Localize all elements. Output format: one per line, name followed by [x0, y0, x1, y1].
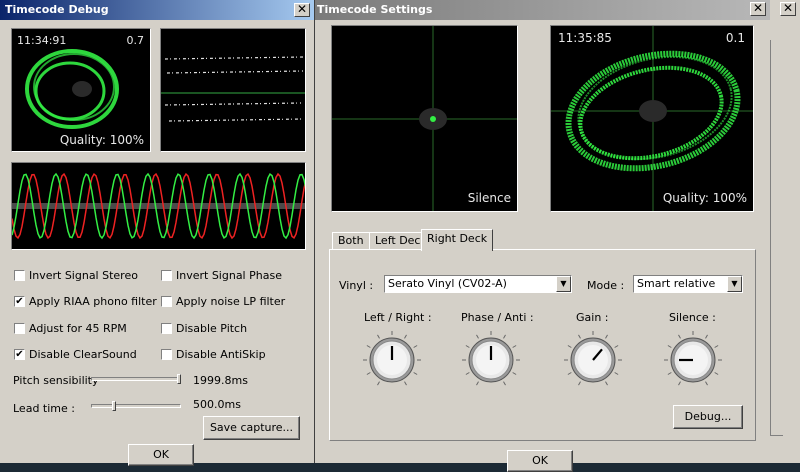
- knob-label-left-right: Left / Right :: [364, 311, 432, 324]
- tab-both[interactable]: Both: [332, 232, 370, 250]
- knob-graphic: [363, 331, 421, 386]
- tab-right-deck[interactable]: Right Deck: [421, 229, 494, 251]
- option-label: Disable AntiSkip: [176, 348, 266, 361]
- vinyl-value: Serato Vinyl (CV02-A): [388, 277, 507, 290]
- debug-button[interactable]: Debug...: [673, 405, 743, 429]
- tab-label: Right Deck: [427, 232, 488, 245]
- vinyl-select[interactable]: Serato Vinyl (CV02-A) ▼: [384, 275, 572, 293]
- ok-label: OK: [153, 448, 169, 461]
- debug-waveform: [11, 162, 306, 250]
- option-label: Disable Pitch: [176, 322, 248, 335]
- knob-graphic: [462, 331, 520, 386]
- checkbox-apply-riaa[interactable]: ✔: [14, 296, 25, 307]
- knob-silence[interactable]: [663, 330, 723, 390]
- checkbox-invert-signal-phase[interactable]: [161, 270, 172, 281]
- left-deck-scope: Silence: [331, 25, 518, 212]
- bitstream-graphic: [161, 56, 305, 122]
- waveform-graphic: [12, 172, 305, 240]
- save-capture-button[interactable]: Save capture...: [203, 416, 300, 440]
- debug-bitstream-scope: [160, 28, 306, 152]
- option-label: Invert Signal Stereo: [29, 269, 138, 282]
- debug-titlebar: Timecode Debug: [0, 0, 314, 20]
- checkbox-adjust-45rpm[interactable]: [14, 323, 25, 334]
- option-label: Invert Signal Phase: [176, 269, 282, 282]
- save-capture-label: Save capture...: [209, 421, 294, 434]
- mode-value: Smart relative: [637, 277, 716, 290]
- checkbox-disable-pitch[interactable]: [161, 323, 172, 334]
- background-window-edge: [770, 40, 783, 436]
- close-icon: ✕: [296, 2, 308, 16]
- left-scope-graphic: [332, 26, 517, 211]
- right-deck-scope: 11:35:85 0.1 Quality: 100%: [550, 25, 754, 212]
- scope-status: Silence: [467, 191, 511, 205]
- checkbox-invert-signal-stereo[interactable]: [14, 270, 25, 281]
- lead-time-label: Lead time :: [13, 402, 75, 415]
- option-label: Apply RIAA phono filter: [29, 295, 157, 308]
- timecode-settings-window: Timecode Settings ✕ Silence 11:35:85 0.1…: [312, 0, 770, 472]
- right-deck-panel: Vinyl : Serato Vinyl (CV02-A) ▼ Mode : S…: [329, 249, 756, 441]
- knob-phase-anti[interactable]: [461, 330, 521, 390]
- lead-time-value: 500.0ms: [193, 398, 241, 411]
- vinyl-label: Vinyl :: [339, 279, 374, 292]
- debug-vector-scope: 11:34:91 0.7 Quality: 100%: [11, 28, 151, 152]
- mode-label: Mode :: [587, 279, 625, 292]
- knob-label-silence: Silence :: [669, 311, 716, 324]
- scope-quality: Quality: 100%: [662, 191, 747, 205]
- settings-ok-button[interactable]: OK: [507, 450, 573, 472]
- tab-label: Both: [338, 234, 364, 247]
- checkbox-disable-antiskip[interactable]: [161, 349, 172, 360]
- check-mark: ✔: [15, 349, 24, 360]
- check-mark: ✔: [15, 296, 24, 307]
- settings-titlebar: Timecode Settings: [312, 0, 770, 20]
- pitch-sensibility-thumb[interactable]: [177, 374, 181, 384]
- scope-speed: 0.1: [725, 31, 745, 45]
- pitch-sensibility-slider[interactable]: [91, 377, 181, 381]
- checkbox-disable-clearsound[interactable]: ✔: [14, 349, 25, 360]
- tab-label: Left Deck: [375, 234, 427, 247]
- chevron-down-icon[interactable]: ▼: [727, 276, 742, 292]
- close-icon: ✕: [782, 1, 794, 15]
- knob-label-phase: Phase / Anti :: [461, 311, 534, 324]
- scope-quality: Quality: 100%: [59, 133, 144, 147]
- option-label: Disable ClearSound: [29, 348, 137, 361]
- option-label: Adjust for 45 RPM: [29, 322, 127, 335]
- background-close-button[interactable]: ✕: [780, 2, 796, 16]
- scope-speed: 0.7: [126, 34, 145, 47]
- lead-time-slider[interactable]: [91, 404, 181, 408]
- settings-close-button[interactable]: ✕: [750, 2, 766, 16]
- chevron-down-icon[interactable]: ▼: [556, 276, 571, 292]
- knob-gain[interactable]: [563, 330, 623, 390]
- checkbox-apply-noise-lp[interactable]: [161, 296, 172, 307]
- ok-label: OK: [532, 454, 548, 467]
- knob-graphic: [564, 331, 622, 386]
- settings-title: Timecode Settings: [317, 3, 433, 16]
- knob-label-gain: Gain :: [576, 311, 609, 324]
- debug-button-label: Debug...: [684, 410, 732, 423]
- option-label: Apply noise LP filter: [176, 295, 286, 308]
- lead-time-thumb[interactable]: [112, 401, 116, 411]
- debug-title: Timecode Debug: [5, 3, 109, 16]
- mode-select[interactable]: Smart relative ▼: [633, 275, 743, 293]
- scope-time: 11:34:91: [17, 34, 67, 47]
- scope-time: 11:35:85: [558, 31, 612, 45]
- pitch-sensibility-value: 1999.8ms: [193, 374, 248, 387]
- pitch-sensibility-label: Pitch sensibility: [13, 374, 99, 387]
- knob-left-right[interactable]: [362, 330, 422, 390]
- debug-close-button[interactable]: ✕: [294, 3, 310, 17]
- right-scope-graphic: [551, 26, 753, 211]
- knob-graphic: [664, 331, 722, 386]
- timecode-debug-window: Timecode Debug ✕ 11:34:91 0.7 Quality: 1…: [0, 0, 315, 466]
- close-icon: ✕: [752, 1, 764, 15]
